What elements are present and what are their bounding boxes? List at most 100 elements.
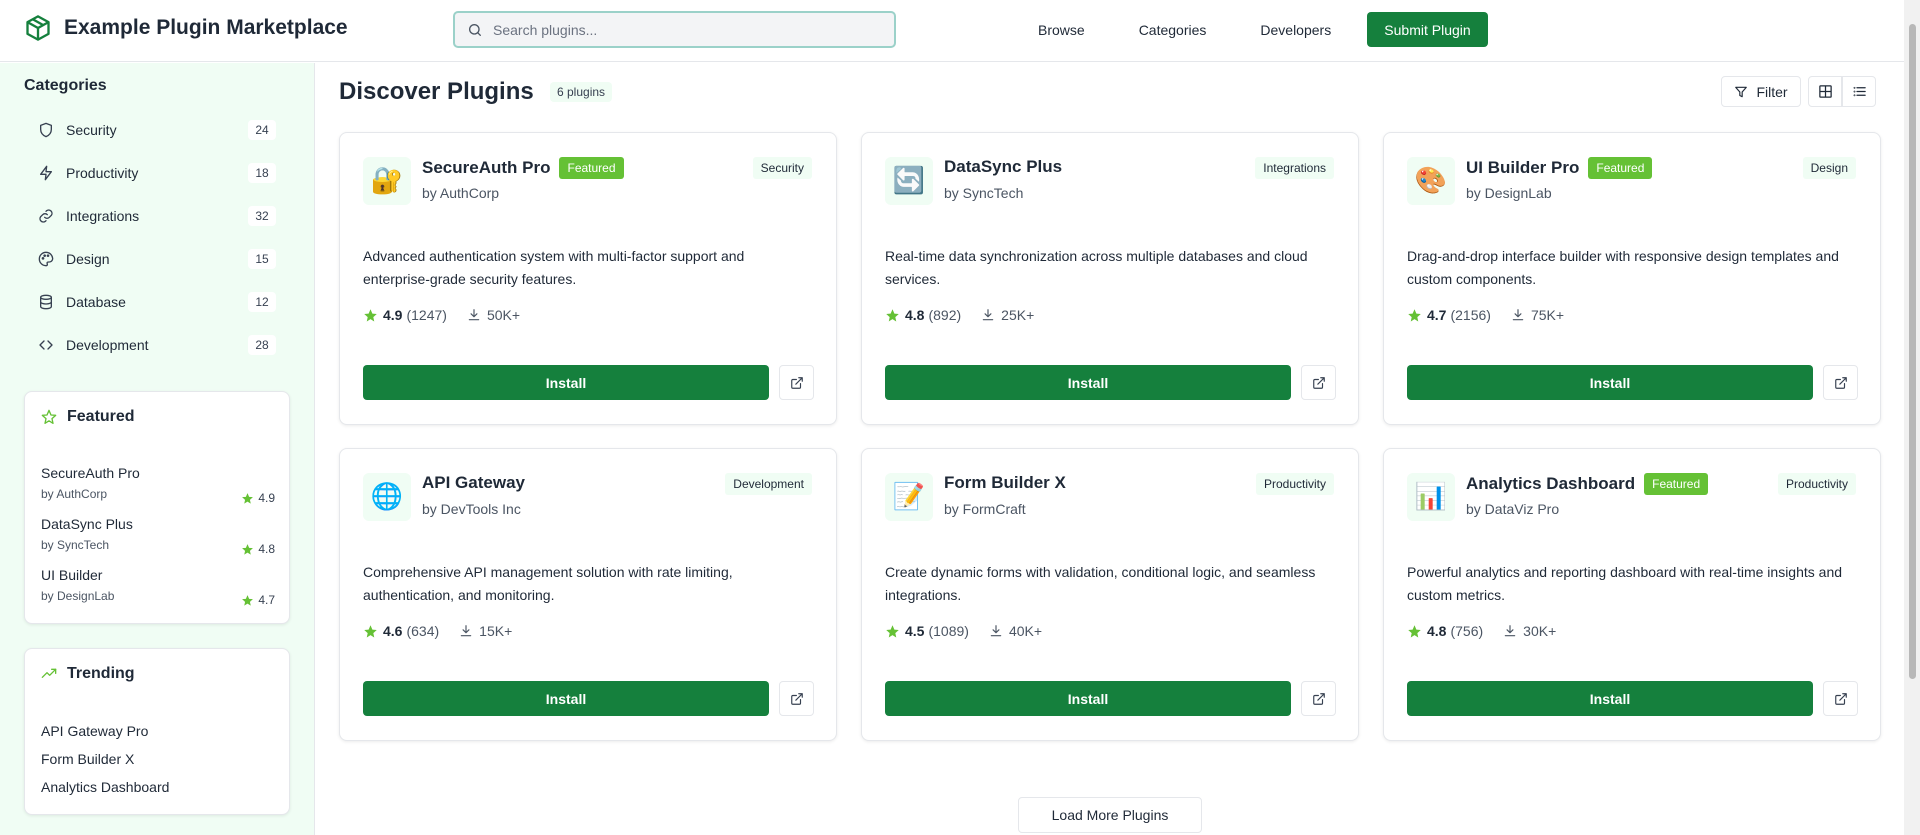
install-button[interactable]: Install (885, 681, 1291, 716)
load-more-button[interactable]: Load More Plugins (1018, 797, 1202, 833)
plugin-rating: 4.7 (1427, 307, 1447, 323)
plugin-name-row: UI Builder Pro Featured (1466, 157, 1653, 179)
plugin-count-badge: 6 plugins (550, 82, 613, 102)
install-button[interactable]: Install (1407, 681, 1813, 716)
category-item-development[interactable]: Development 28 (24, 323, 276, 366)
plugin-name[interactable]: API Gateway (422, 473, 525, 493)
search-box[interactable] (453, 11, 896, 48)
star-icon (242, 543, 254, 555)
plugin-downloads: 40K+ (989, 623, 1042, 639)
lightning-icon (40, 165, 52, 180)
filter-button[interactable]: Filter (1721, 76, 1801, 107)
plugin-name[interactable]: SecureAuth Pro (422, 158, 550, 178)
external-link-icon (790, 376, 803, 389)
category-count: 12 (248, 292, 276, 312)
star-outline-icon (41, 409, 57, 424)
plugin-card: 📝 Form Builder X by FormCraft Productivi… (861, 448, 1359, 741)
featured-item-name: SecureAuth Pro (41, 465, 140, 481)
plugin-icon: 🎨 (1407, 157, 1455, 205)
search-input[interactable] (493, 21, 873, 38)
sidebar: Categories Security 24 Productivity 18 I… (0, 63, 315, 835)
category-item-database[interactable]: Database 12 (24, 280, 276, 323)
list-icon (1853, 86, 1866, 97)
filter-label: Filter (1756, 83, 1788, 100)
trending-title: Trending (67, 665, 135, 682)
install-button[interactable]: Install (363, 365, 769, 400)
rating-value: 4.8 (258, 542, 275, 556)
install-button[interactable]: Install (363, 681, 769, 716)
star-icon (886, 624, 899, 637)
plugin-rating: 4.6 (383, 623, 403, 639)
plugin-category-badge: Productivity (1255, 473, 1334, 495)
star-icon (886, 308, 899, 321)
featured-item[interactable]: UI Builder by DesignLab 4.7 (41, 567, 275, 607)
open-external-button[interactable] (1823, 681, 1858, 716)
download-icon (990, 625, 1002, 637)
open-external-button[interactable] (779, 365, 814, 400)
install-button[interactable]: Install (1407, 365, 1813, 400)
plugin-author: by FormCraft (944, 501, 1026, 517)
nav-categories[interactable]: Categories (1112, 12, 1234, 48)
logo[interactable]: Example Plugin Marketplace (24, 14, 348, 42)
trending-item[interactable]: Form Builder X (41, 751, 134, 767)
plugin-icon: 📊 (1407, 473, 1455, 521)
open-external-button[interactable] (779, 681, 814, 716)
category-count: 18 (248, 163, 276, 183)
featured-heading: Featured (41, 408, 135, 426)
trending-heading: Trending (41, 665, 135, 683)
plugin-author: by AuthCorp (422, 185, 500, 201)
plugin-icon: 🔐 (363, 157, 411, 205)
plugin-name[interactable]: Analytics Dashboard (1466, 474, 1635, 494)
category-label: Productivity (66, 164, 139, 181)
plugin-stats: 4.7 (2156) 75K+ (1407, 307, 1564, 323)
downloads-value: 30K+ (1523, 623, 1557, 639)
featured-item-rating: 4.9 (241, 491, 275, 505)
nav-developers[interactable]: Developers (1233, 12, 1358, 48)
featured-item-name: DataSync Plus (41, 516, 133, 532)
plugin-name[interactable]: UI Builder Pro (1466, 158, 1579, 178)
category-item-productivity[interactable]: Productivity 18 (24, 151, 276, 194)
list-view-button[interactable] (1842, 76, 1876, 107)
featured-item-rating: 4.8 (241, 542, 275, 556)
plugin-icon: 🔄 (885, 157, 933, 205)
featured-item[interactable]: DataSync Plus by SyncTech 4.8 (41, 516, 275, 556)
grid-view-button[interactable] (1808, 76, 1842, 107)
plugin-name[interactable]: DataSync Plus (944, 157, 1062, 177)
install-button[interactable]: Install (885, 365, 1291, 400)
open-external-button[interactable] (1301, 365, 1336, 400)
category-label: Development (66, 336, 149, 353)
top-header: Example Plugin Marketplace Browse Catego… (0, 0, 1904, 62)
nav-browse[interactable]: Browse (1011, 12, 1112, 48)
download-icon (1504, 625, 1516, 637)
plugin-name-row: Form Builder X (944, 473, 1066, 493)
category-label: Database (66, 293, 126, 310)
category-item-security[interactable]: Security 24 (24, 108, 276, 151)
plugin-card: 📊 Analytics Dashboard Featured by DataVi… (1383, 448, 1881, 741)
plugin-category-badge: Security (752, 157, 812, 179)
scrollbar-thumb[interactable] (1909, 24, 1916, 679)
submit-plugin-button[interactable]: Submit Plugin (1367, 12, 1488, 47)
category-item-integrations[interactable]: Integrations 32 (24, 194, 276, 237)
category-list: Security 24 Productivity 18 Integrations… (24, 108, 276, 366)
category-item-design[interactable]: Design 15 (24, 237, 276, 280)
plugin-name[interactable]: Form Builder X (944, 473, 1066, 493)
download-icon (468, 309, 480, 321)
plugin-author: by SyncTech (944, 185, 1024, 201)
featured-item[interactable]: SecureAuth Pro by AuthCorp 4.9 (41, 465, 275, 505)
external-link-icon (1312, 692, 1325, 705)
plugin-downloads: 15K+ (459, 623, 512, 639)
plugin-rating: 4.5 (905, 623, 925, 639)
plugin-category-badge: Design (1802, 157, 1856, 179)
plugin-icon: 🌐 (363, 473, 411, 521)
category-label: Integrations (66, 207, 140, 224)
trending-item[interactable]: Analytics Dashboard (41, 779, 169, 795)
open-external-button[interactable] (1823, 365, 1858, 400)
trending-item[interactable]: API Gateway Pro (41, 723, 148, 739)
featured-badge: Featured (559, 157, 624, 179)
plugin-description: Comprehensive API management solution wi… (363, 564, 733, 603)
page-scrollbar[interactable] (1904, 0, 1920, 835)
star-icon (242, 492, 254, 504)
open-external-button[interactable] (1301, 681, 1336, 716)
page-title: Discover Plugins (339, 78, 534, 105)
featured-item-author: by SyncTech (41, 538, 110, 552)
